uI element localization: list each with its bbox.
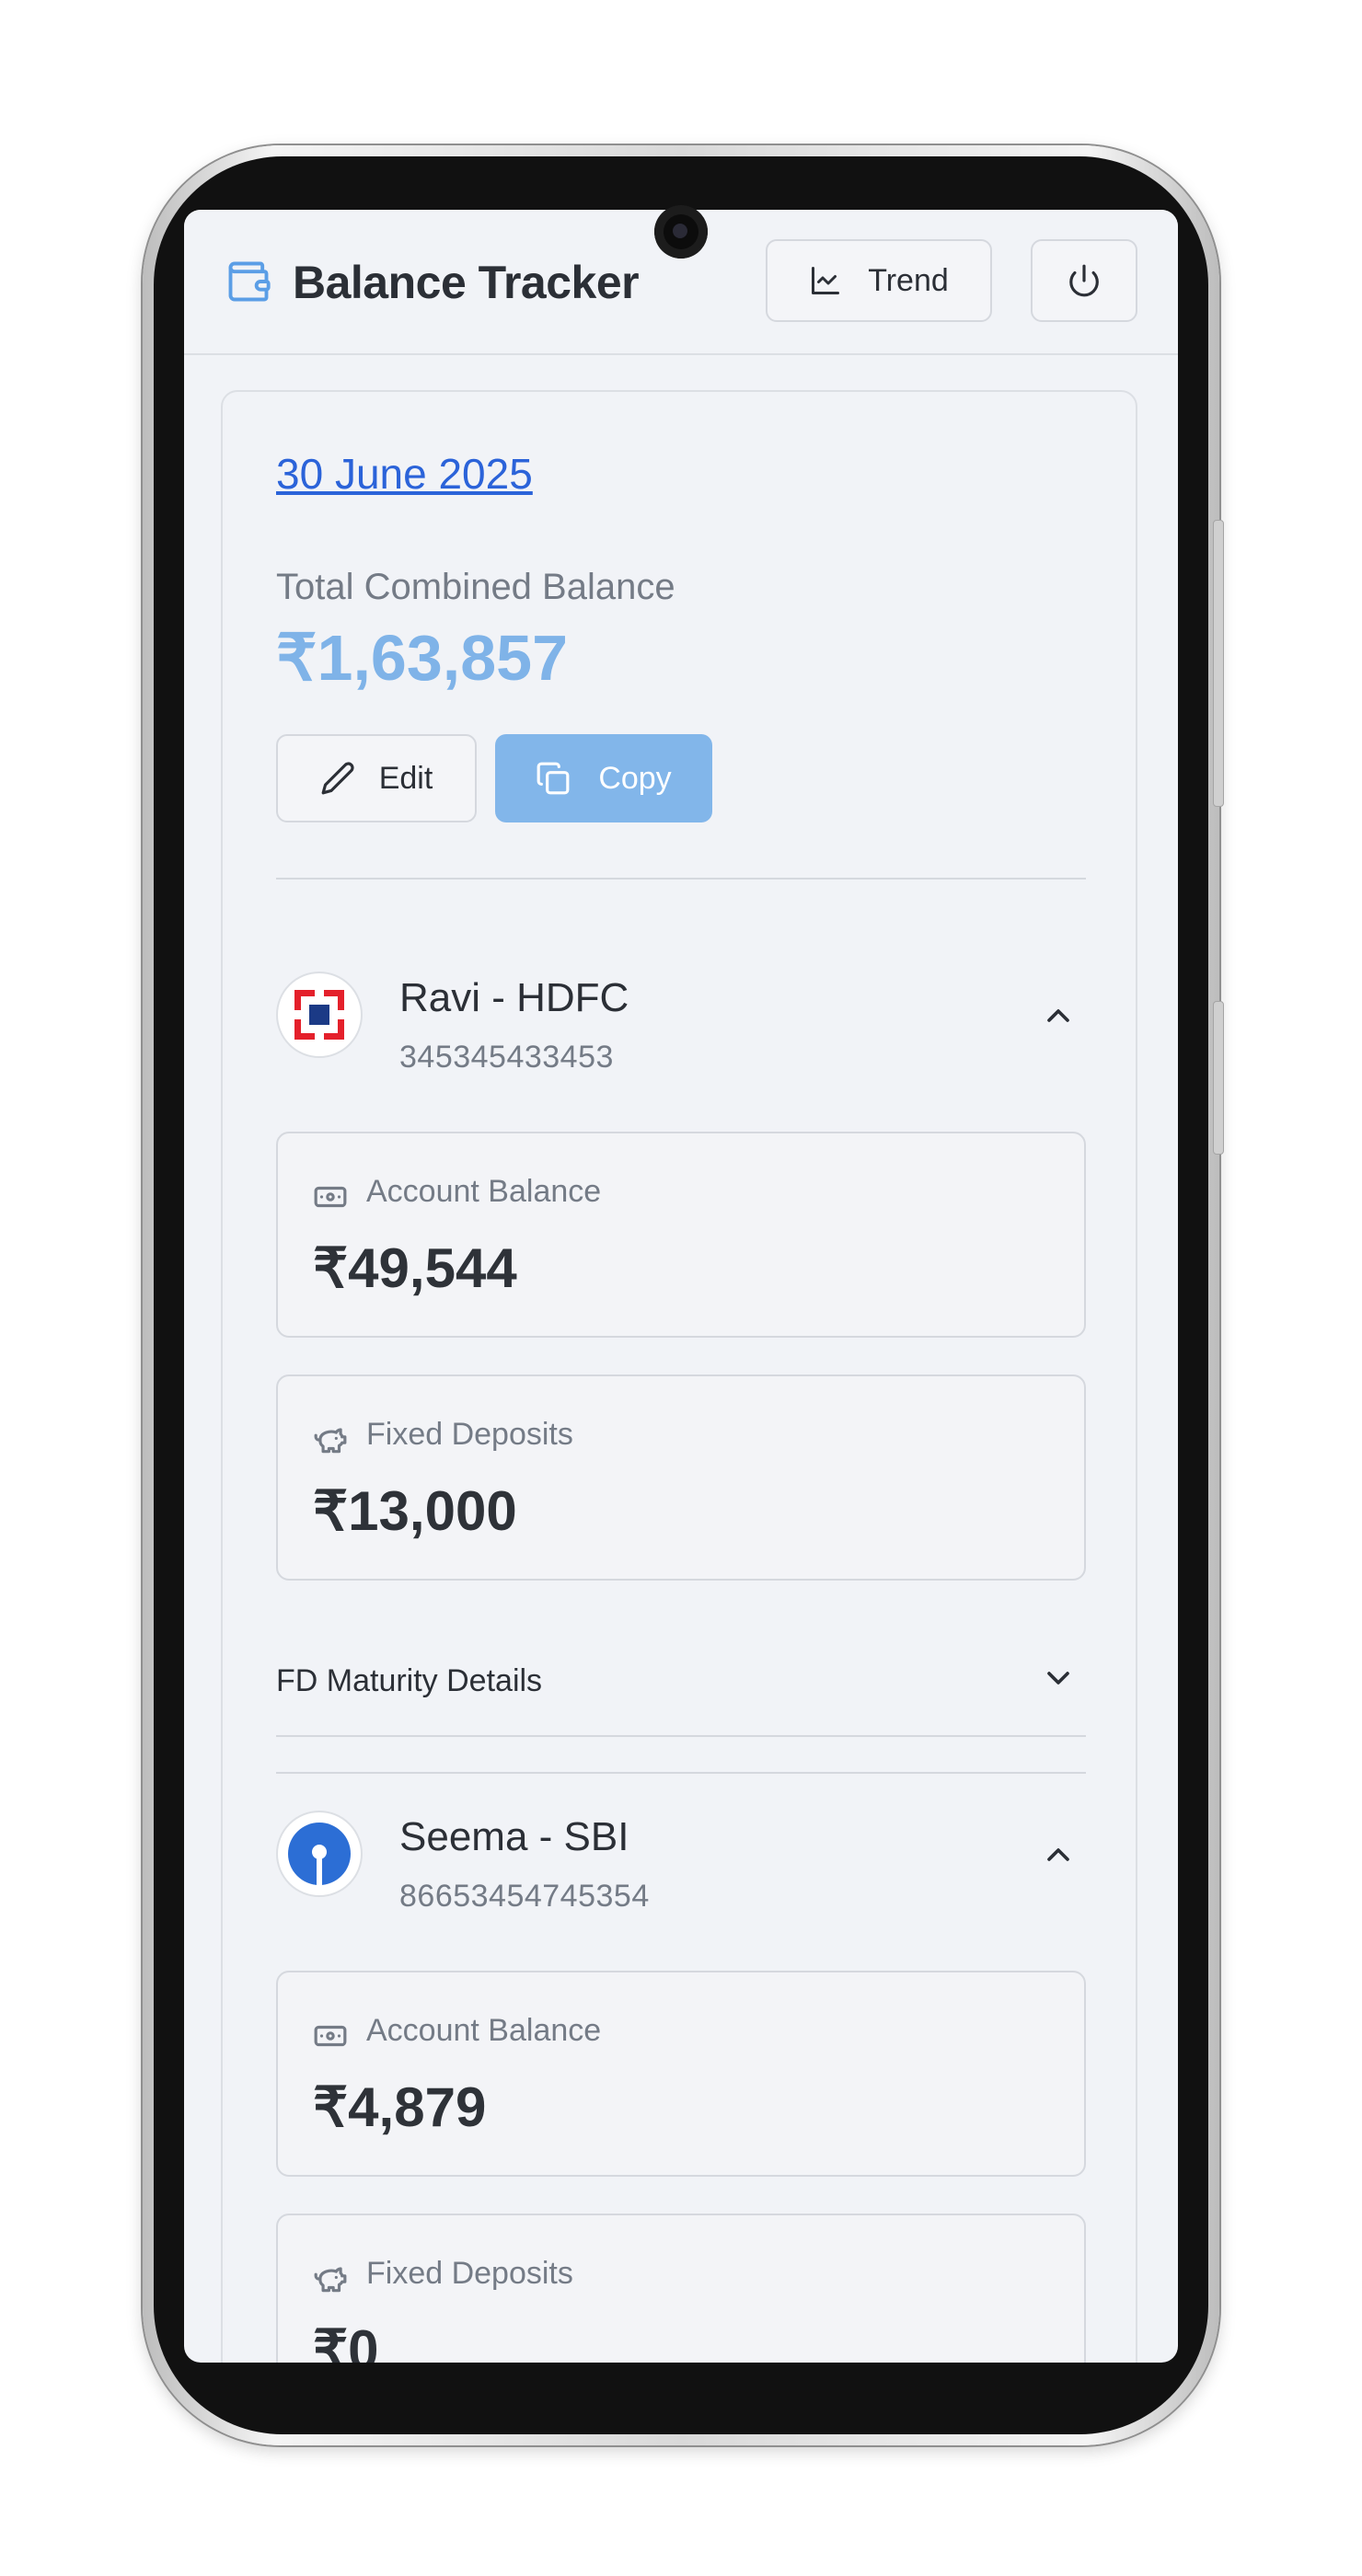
fixed-deposits-value: ₹0 [313, 2319, 379, 2363]
power-icon [1069, 264, 1099, 297]
summary-divider [276, 878, 1086, 880]
account-balance-box: Account Balance ₹49,544 [276, 1132, 1086, 1338]
trend-button[interactable]: Trend [766, 239, 992, 322]
copy-button[interactable]: Copy [495, 734, 712, 822]
piggy-bank-icon [314, 1428, 347, 1454]
account-divider [276, 1772, 1086, 1774]
copy-label: Copy [598, 760, 672, 796]
banknote-icon [314, 2025, 347, 2047]
copy-icon [537, 762, 570, 795]
fixed-deposits-value: ₹13,000 [313, 1480, 517, 1542]
account-name: Seema - SBI [399, 1814, 629, 1859]
sbi-logo [276, 1811, 363, 1897]
total-value: ₹1,63,857 [276, 622, 569, 694]
fixed-deposits-box: Fixed Deposits ₹13,000 [276, 1374, 1086, 1581]
sbi-logo-mark [288, 1823, 351, 1885]
chevron-up-icon[interactable] [1040, 997, 1077, 1034]
trend-label: Trend [868, 262, 949, 298]
account-balance-box: Account Balance ₹4,879 [276, 1971, 1086, 2177]
line-chart-icon [812, 267, 840, 294]
account-balance-value: ₹49,544 [313, 1237, 517, 1299]
account-number: 86653454745354 [399, 1879, 650, 1914]
total-label: Total Combined Balance [276, 567, 675, 607]
account-balance-label: Account Balance [366, 1174, 602, 1209]
chevron-down-icon[interactable] [1040, 1660, 1077, 1696]
piggy-bank-icon [314, 2267, 347, 2293]
app-screen: Balance Tracker Trend 30 June 2025 Total… [184, 210, 1178, 2363]
fixed-deposits-box: Fixed Deposits ₹0 [276, 2214, 1086, 2363]
app-title: Balance Tracker [293, 257, 640, 308]
volume-button [1213, 520, 1224, 807]
fd-divider [276, 1735, 1086, 1737]
fixed-deposits-label: Fixed Deposits [366, 1417, 573, 1452]
edit-label: Edit [378, 760, 433, 796]
account-number: 345345433453 [399, 1040, 614, 1075]
side-power-button [1213, 1001, 1224, 1155]
balance-card: 30 June 2025 Total Combined Balance ₹1,6… [221, 390, 1137, 2363]
pencil-icon [321, 762, 354, 795]
date-link[interactable]: 30 June 2025 [276, 449, 533, 499]
banknote-icon [314, 1186, 347, 1208]
chevron-up-icon[interactable] [1040, 1836, 1077, 1873]
logout-button[interactable] [1031, 239, 1137, 322]
fixed-deposits-label: Fixed Deposits [366, 2256, 573, 2291]
fd-maturity-toggle[interactable]: FD Maturity Details [276, 1663, 542, 1699]
account-name: Ravi - HDFC [399, 975, 629, 1020]
account-balance-label: Account Balance [366, 2013, 602, 2048]
wallet-icon [228, 261, 271, 302]
edit-button[interactable]: Edit [276, 734, 477, 822]
account-balance-value: ₹4,879 [313, 2076, 487, 2138]
front-camera [654, 205, 708, 259]
hdfc-logo-mark [294, 990, 344, 1040]
hdfc-logo [276, 972, 363, 1058]
